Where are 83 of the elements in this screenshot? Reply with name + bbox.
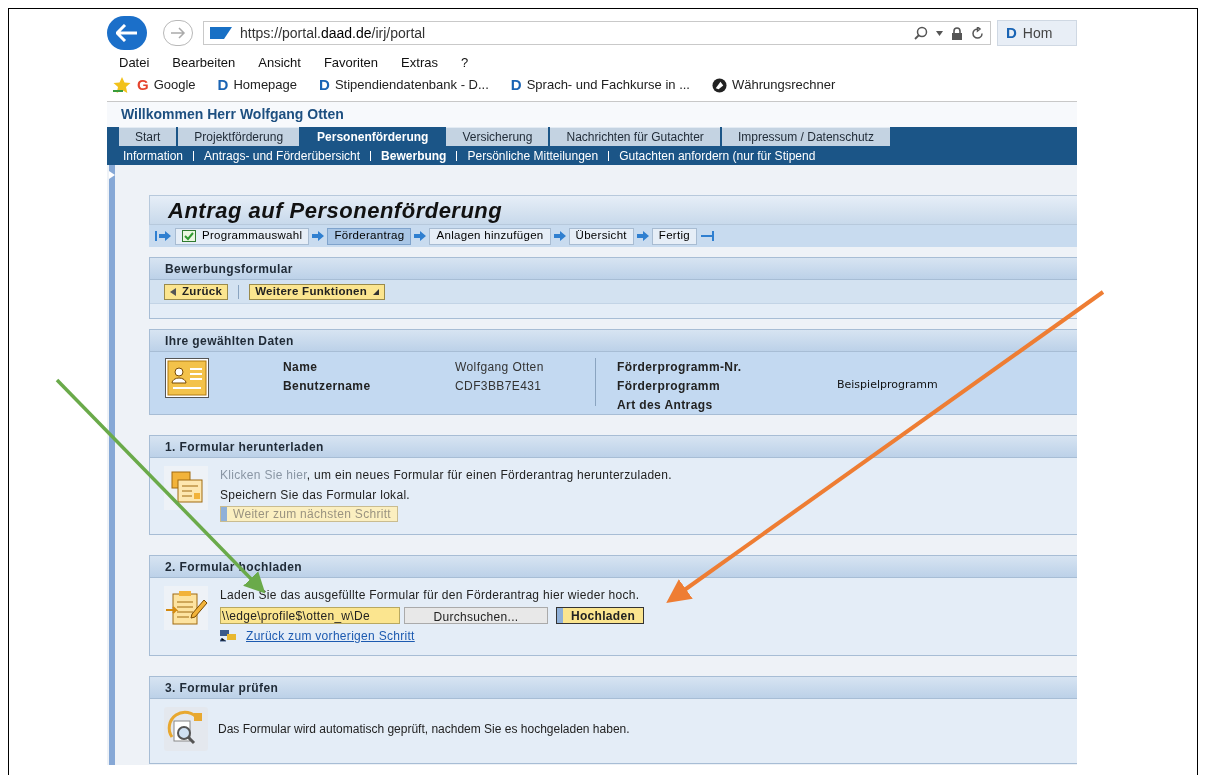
favorite-link[interactable]: D Homepage xyxy=(217,73,298,97)
field-value: Beispielprogramm xyxy=(837,377,939,393)
documents-icon xyxy=(164,466,208,510)
page-title: Antrag auf Personenförderung xyxy=(168,196,503,225)
roadmap-step[interactable]: Förderantrag xyxy=(327,227,412,245)
favorite-link[interactable]: G Google xyxy=(137,73,196,97)
menu-item[interactable]: Ansicht xyxy=(258,53,301,73)
sap-logo-icon xyxy=(210,27,232,39)
favorite-link[interactable]: D Stipendiendatenbank - D... xyxy=(319,73,489,97)
roadmap-step[interactable]: Fertig xyxy=(651,227,698,245)
round-logo-icon xyxy=(712,77,727,93)
more-functions-button[interactable]: Weitere Funktionen xyxy=(249,283,386,300)
browse-button[interactable]: Durchsuchen... xyxy=(404,607,548,624)
daad-icon: D xyxy=(1006,21,1017,45)
sub-nav-link[interactable]: Persönliche Mitteilungen xyxy=(467,146,599,165)
arrow-icon xyxy=(312,231,325,241)
menu-item[interactable]: Extras xyxy=(401,53,438,73)
panel-title: 2. Formular hochladen xyxy=(165,558,303,576)
panel-title: Ihre gewählten Daten xyxy=(165,332,294,350)
daad-icon: D xyxy=(319,73,330,97)
google-icon: G xyxy=(137,73,149,97)
nav-tab[interactable]: Impressum / Datenschutz xyxy=(721,127,890,146)
check-info: Das Formular wird automatisch geprüft, nachdem Sie es hochgeladen haben. xyxy=(218,721,630,738)
dropdown-caret-icon xyxy=(936,30,943,36)
menu-item[interactable]: Datei xyxy=(119,53,150,73)
daad-icon: D xyxy=(510,73,522,97)
nav-tab[interactable]: Start xyxy=(119,127,177,146)
sub-nav-link[interactable]: Bewerbung xyxy=(381,146,447,165)
refresh-icon xyxy=(971,26,984,40)
save-hint: Speichern Sie das Formular lokal. xyxy=(220,487,411,504)
lock-icon xyxy=(951,26,963,40)
sub-nav-link[interactable]: Information xyxy=(123,146,184,165)
panel-title: Bewerbungsformular xyxy=(165,260,293,278)
roadmap-step[interactable]: Übersicht xyxy=(568,227,634,245)
favorites-star-icon xyxy=(113,77,131,93)
left-triangle-icon xyxy=(170,287,176,296)
download-instruction: Klicken Sie hier, um ein neues Formular für einen Förderantrag herunterzuladen. xyxy=(220,467,672,484)
checkmark-icon xyxy=(182,230,196,242)
menu-item[interactable]: Favoriten xyxy=(323,53,379,73)
field-label: Förderprogramm-Nr. xyxy=(617,359,743,376)
file-path-field[interactable]: \\edge\profile$\otten_w\De xyxy=(220,607,400,624)
menu-item[interactable]: ? xyxy=(460,53,469,73)
back-button[interactable]: Zurück xyxy=(164,283,229,300)
roadmap-start-icon xyxy=(155,231,171,241)
roadmap-end-icon xyxy=(701,231,716,241)
field-label: Benutzername xyxy=(283,378,372,395)
panel-title: 1. Formular herunterladen xyxy=(165,438,324,456)
arrow-icon xyxy=(636,231,649,241)
forward-arrow-icon xyxy=(170,27,186,39)
magnifier-document-icon xyxy=(164,707,208,751)
browser-tab[interactable]: D Hom xyxy=(997,20,1077,46)
daad-icon: D xyxy=(217,73,229,97)
menu-caret-icon xyxy=(373,288,380,295)
panel-title: 3. Formular prüfen xyxy=(165,679,279,697)
field-value: CDF3BB7E431 xyxy=(455,378,543,395)
field-label: Name xyxy=(283,359,319,376)
welcome-text: Willkommen Herr Wolfgang Otten xyxy=(121,105,344,124)
clipboard-pencil-icon xyxy=(164,586,208,630)
roadmap-step[interactable]: Programmauswahl xyxy=(175,227,310,245)
sub-nav-link[interactable]: Antrags- und Förderübersicht xyxy=(204,146,361,165)
roadmap-step[interactable]: Anlagen hinzufügen xyxy=(429,227,551,245)
expand-icon xyxy=(109,171,115,179)
upload-button[interactable]: Hochladen xyxy=(556,607,645,624)
nav-tab[interactable]: Nachrichten für Gutachter xyxy=(550,127,720,146)
favorite-link[interactable]: D Sprach- und Fachkurse in ... xyxy=(510,73,690,97)
address-text: https://portal.daad.de/irj/portal xyxy=(240,23,426,43)
back-arrow-icon xyxy=(116,24,138,42)
tab-title: Hom xyxy=(1022,23,1053,43)
arrow-icon xyxy=(553,231,566,241)
id-card-icon xyxy=(165,358,209,398)
nav-tab[interactable]: Versicherung xyxy=(446,127,549,146)
back-button[interactable] xyxy=(107,16,147,50)
favorite-link[interactable]: Währungsrechner xyxy=(712,75,836,95)
field-value: Wolfgang Otten xyxy=(455,359,545,376)
field-label: Förderprogramm xyxy=(617,378,721,395)
field-label: Art des Antrags xyxy=(617,397,714,414)
arrow-icon xyxy=(414,231,427,241)
nav-tab[interactable]: Projektförderung xyxy=(178,127,300,146)
search-icon xyxy=(914,26,928,40)
address-field[interactable]: https://portal.daad.de/irj/portal xyxy=(203,21,991,45)
previous-step-link[interactable]: Zurück zum vorherigen Schritt xyxy=(220,627,645,645)
menu-item[interactable]: Bearbeiten xyxy=(172,53,236,73)
sub-nav-link[interactable]: Gutachten anfordern (nur für Stipend xyxy=(619,146,816,165)
